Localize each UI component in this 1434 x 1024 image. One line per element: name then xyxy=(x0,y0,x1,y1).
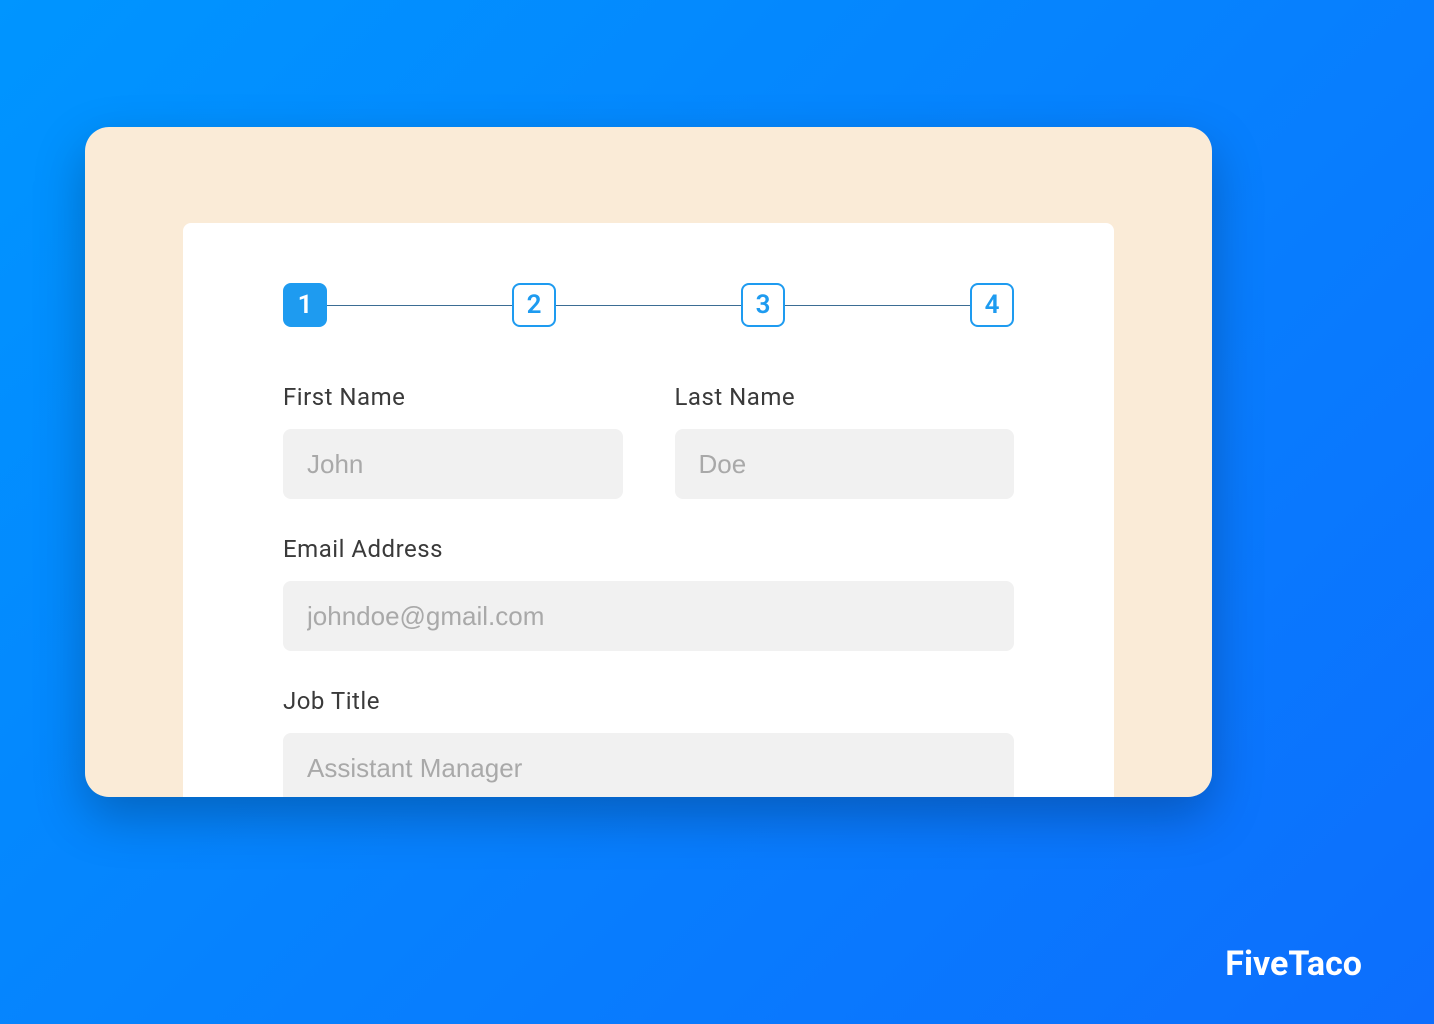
first-name-input[interactable] xyxy=(283,429,623,499)
email-input[interactable] xyxy=(283,581,1014,651)
name-row: First Name Last Name xyxy=(283,383,1014,499)
job-title-group: Job Title xyxy=(283,687,1014,797)
stepper: 1 2 3 4 xyxy=(283,283,1014,327)
form-card: 1 2 3 4 First Name Last Name Email Addre… xyxy=(183,223,1114,797)
step-3[interactable]: 3 xyxy=(741,283,785,327)
step-connector xyxy=(327,305,512,306)
step-4[interactable]: 4 xyxy=(970,283,1014,327)
step-connector xyxy=(785,305,970,306)
step-1[interactable]: 1 xyxy=(283,283,327,327)
email-group: Email Address xyxy=(283,535,1014,651)
first-name-group: First Name xyxy=(283,383,623,499)
step-2[interactable]: 2 xyxy=(512,283,556,327)
last-name-input[interactable] xyxy=(675,429,1015,499)
last-name-label: Last Name xyxy=(675,383,1015,411)
email-label: Email Address xyxy=(283,535,1014,563)
job-title-input[interactable] xyxy=(283,733,1014,797)
step-connector xyxy=(556,305,741,306)
last-name-group: Last Name xyxy=(675,383,1015,499)
outer-card: 1 2 3 4 First Name Last Name Email Addre… xyxy=(85,127,1212,797)
first-name-label: First Name xyxy=(283,383,623,411)
job-title-label: Job Title xyxy=(283,687,1014,715)
brand-logo: FiveTaco xyxy=(1225,944,1362,984)
